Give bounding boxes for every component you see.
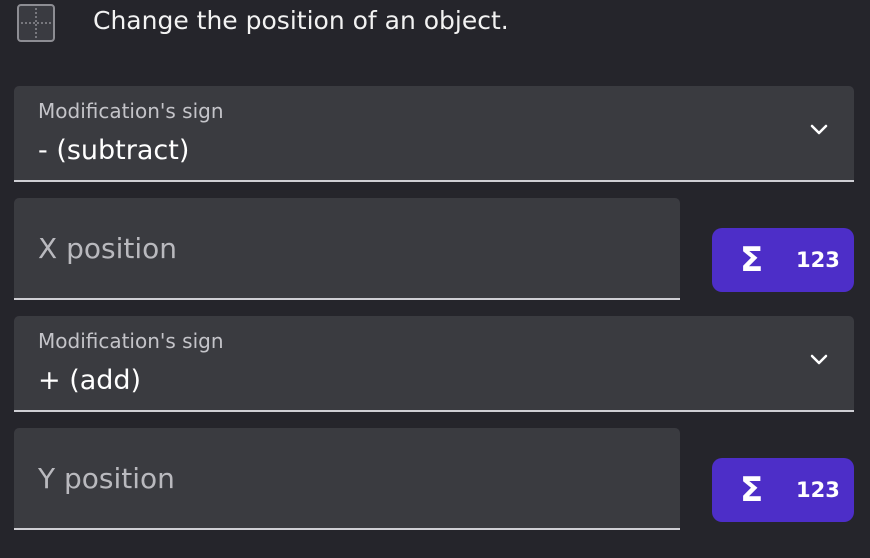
y-modification-sign-select[interactable]: Modification's sign + (add) xyxy=(14,316,854,412)
chevron-down-icon xyxy=(810,124,828,135)
x-sign-value: - (subtract) xyxy=(38,135,190,166)
y-position-field xyxy=(14,428,680,530)
chevron-down-icon xyxy=(810,354,828,365)
x-expression-button[interactable]: Σ 123 xyxy=(712,228,854,292)
y-sign-label: Modification's sign xyxy=(38,329,224,353)
expression-button-label: 123 xyxy=(796,478,840,502)
sigma-icon: Σ xyxy=(740,240,764,280)
instruction-header: Change the position of an object. xyxy=(0,0,870,60)
instruction-description: Change the position of an object. xyxy=(93,6,509,35)
x-position-input[interactable] xyxy=(14,198,680,298)
position-grid-icon xyxy=(17,4,55,42)
y-position-input[interactable] xyxy=(14,428,680,528)
y-expression-button[interactable]: Σ 123 xyxy=(712,458,854,522)
x-modification-sign-select[interactable]: Modification's sign - (subtract) xyxy=(14,86,854,182)
expression-button-label: 123 xyxy=(796,248,840,272)
x-position-field xyxy=(14,198,680,300)
y-sign-value: + (add) xyxy=(38,365,142,396)
sigma-icon: Σ xyxy=(740,470,764,510)
x-sign-label: Modification's sign xyxy=(38,99,224,123)
